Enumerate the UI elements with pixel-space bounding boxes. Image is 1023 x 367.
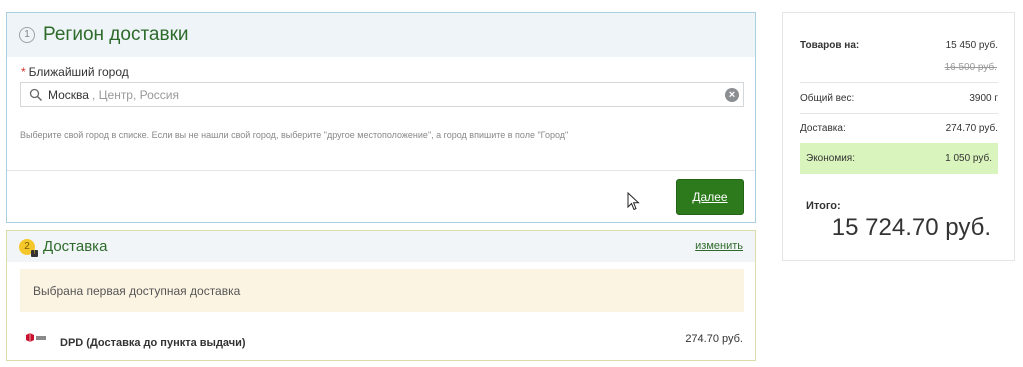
change-delivery-link[interactable]: изменить [695,240,743,252]
weight-label: Общий вес: [800,93,855,104]
region-divider [7,170,755,171]
order-summary: Товаров на: 15 450 руб. 16 500 руб. Общи… [782,12,1015,261]
required-mark: * [21,65,26,79]
city-field-label: * Ближайший город [21,65,129,79]
clear-icon[interactable]: × [725,88,739,102]
city-label-text: Ближайший город [28,65,129,79]
cursor-icon [627,192,640,211]
goods-row: Товаров на: 15 450 руб. [800,40,998,51]
warning-icon: ! [31,249,38,257]
total-label: Итого: [806,200,841,212]
search-icon [29,88,43,101]
dpd-logo-icon [26,333,46,342]
delivery-service-price: 274.70 руб. [685,333,743,345]
summary-divider [800,113,998,114]
checkout-page: 1 Регион доставки * Ближайший город Москв… [0,0,1023,367]
goods-value: 15 450 руб. [945,40,998,51]
city-value-suffix: , Центр, Россия [91,87,180,102]
city-hint: Выберите свой город в списке. Если вы не… [20,130,569,140]
delivery-panel: 2 ! Доставка изменить Выбрана первая дос… [6,230,756,361]
city-input[interactable]: Москва, Центр, Россия × [20,82,744,107]
delivery-value: 274.70 руб. [945,123,998,134]
total-value: 15 724.70 руб. [831,214,991,241]
delivery-label: Доставка: [800,123,846,134]
delivery-row: Доставка: 274.70 руб. [800,123,998,134]
goods-label: Товаров на: [800,40,860,51]
delivery-service-name[interactable]: DPD (Доставка до пункта выдачи) [60,337,246,349]
economy-row: Экономия: 1 050 руб. [800,143,998,174]
delivery-header: 2 ! Доставка изменить [7,231,755,262]
region-panel: 1 Регион доставки * Ближайший город Москв… [6,12,756,223]
weight-value: 3900 г [969,93,998,104]
goods-old-value: 16 500 руб. [944,62,997,73]
region-header: 1 Регион доставки [7,13,755,57]
economy-value: 1 050 руб. [945,153,992,164]
weight-row: Общий вес: 3900 г [800,93,998,104]
region-title: Регион доставки [43,24,189,45]
city-value: Москва [48,87,89,102]
step-number-2-text: 2 [24,240,30,252]
delivery-notice: Выбрана первая доступная доставка [20,269,744,312]
economy-label: Экономия: [806,153,855,164]
summary-divider [800,82,998,83]
next-button[interactable]: Далее [676,179,744,215]
delivery-title: Доставка [43,238,108,255]
step-number-2: 2 ! [19,238,38,257]
step-number-1: 1 [19,27,35,43]
